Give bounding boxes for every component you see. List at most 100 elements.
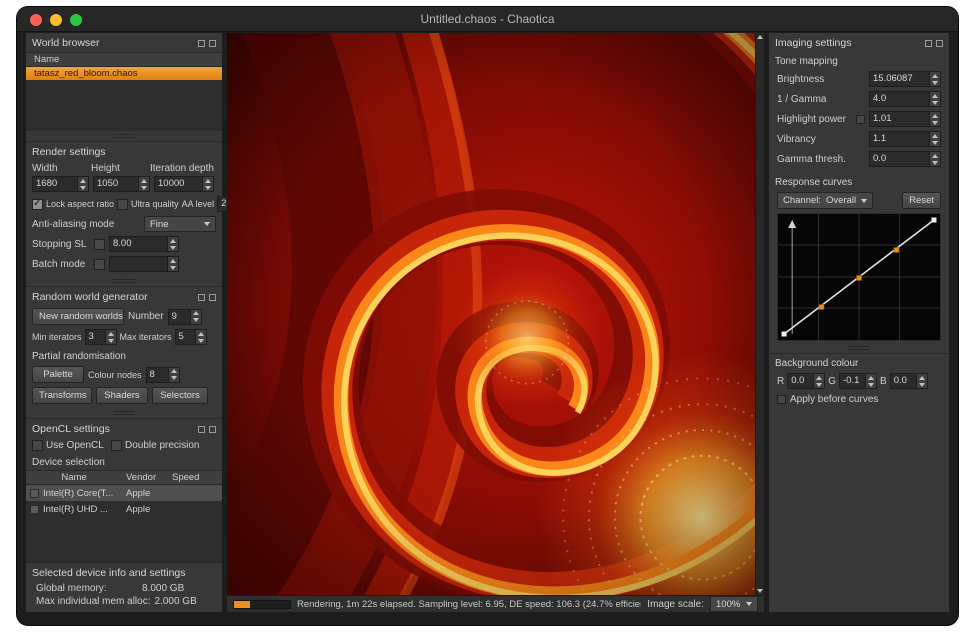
vibrancy-field[interactable]: 1.1 (869, 131, 941, 147)
spin-up-icon[interactable] (814, 374, 824, 381)
device-col-vendor[interactable]: Vendor (122, 471, 168, 484)
scroll-up-icon[interactable] (757, 35, 763, 39)
spin-down-icon[interactable] (169, 375, 179, 382)
spin-down-icon[interactable] (930, 99, 940, 106)
curve-editor[interactable] (777, 213, 941, 341)
minimize-button[interactable] (50, 14, 62, 26)
spin-down-icon[interactable] (139, 184, 149, 191)
spin-up-icon[interactable] (930, 132, 940, 139)
undock-icon[interactable] (198, 294, 205, 301)
splitter-handle[interactable] (26, 408, 222, 418)
device-checkbox[interactable] (30, 505, 39, 514)
spin-down-icon[interactable] (930, 139, 940, 146)
device-col-name[interactable]: Name (26, 471, 122, 484)
shaders-button[interactable]: Shaders (96, 387, 148, 404)
column-header-name[interactable]: Name (26, 52, 222, 67)
table-row[interactable]: Intel(R) Core(T... Apple (26, 485, 222, 501)
iteration-depth-field[interactable]: 10000 (154, 176, 214, 192)
close-panel-icon[interactable] (209, 426, 216, 433)
channel-dropdown[interactable]: Channel: Overall (777, 192, 873, 209)
spin-up-icon[interactable] (917, 374, 927, 381)
spin-down-icon[interactable] (168, 244, 178, 251)
title-bar[interactable]: Untitled.chaos - Chaotica (17, 7, 958, 32)
r-field[interactable]: 0.0 (787, 373, 825, 389)
close-panel-icon[interactable] (936, 40, 943, 47)
g-field[interactable]: -0.1 (839, 373, 877, 389)
spin-down-icon[interactable] (866, 381, 876, 388)
spin-down-icon[interactable] (930, 159, 940, 166)
splitter-handle[interactable] (26, 276, 222, 286)
gamma-field[interactable]: 4.0 (869, 91, 941, 107)
spin-down-icon[interactable] (191, 317, 201, 324)
world-list[interactable]: tatasz_red_bloom.chaos (26, 67, 222, 131)
palette-button[interactable]: Palette (32, 366, 84, 383)
splitter-handle[interactable] (769, 343, 949, 353)
batch-mode-field[interactable] (109, 256, 179, 272)
table-row[interactable]: Intel(R) UHD ... Apple (26, 501, 222, 517)
spin-up-icon[interactable] (169, 368, 179, 375)
spin-down-icon[interactable] (930, 79, 940, 86)
stopping-sl-checkbox[interactable] (94, 239, 105, 250)
spin-down-icon[interactable] (196, 337, 206, 344)
spin-up-icon[interactable] (930, 152, 940, 159)
b-field[interactable]: 0.0 (890, 373, 928, 389)
close-panel-icon[interactable] (209, 40, 216, 47)
device-table[interactable]: Name Vendor Speed Intel(R) Core(T... App… (26, 470, 222, 562)
reset-curve-button[interactable]: Reset (902, 192, 941, 209)
highlight-power-checkbox[interactable] (856, 115, 865, 124)
undock-icon[interactable] (198, 40, 205, 47)
spin-up-icon[interactable] (196, 330, 206, 337)
width-field[interactable]: 1680 (32, 176, 89, 192)
spin-down-icon[interactable] (203, 184, 213, 191)
apply-before-curves-checkbox[interactable] (777, 395, 786, 404)
render-viewport[interactable] (227, 33, 755, 595)
spin-up-icon[interactable] (78, 177, 88, 184)
spin-down-icon[interactable] (930, 119, 940, 126)
transforms-button[interactable]: Transforms (32, 387, 92, 404)
batch-mode-checkbox[interactable] (94, 259, 105, 270)
spin-up-icon[interactable] (168, 257, 178, 264)
selectors-button[interactable]: Selectors (152, 387, 208, 404)
spin-down-icon[interactable] (78, 184, 88, 191)
device-col-speed[interactable]: Speed (168, 471, 222, 484)
spin-down-icon[interactable] (106, 337, 116, 344)
scroll-down-icon[interactable] (757, 589, 763, 593)
aa-mode-dropdown[interactable]: Fine (144, 216, 216, 232)
stopping-sl-field[interactable]: 8.00 (109, 236, 179, 252)
close-button[interactable] (30, 14, 42, 26)
spin-up-icon[interactable] (203, 177, 213, 184)
undock-icon[interactable] (198, 426, 205, 433)
new-random-worlds-button[interactable]: New random worlds (32, 308, 124, 325)
height-field[interactable]: 1050 (93, 176, 150, 192)
highlight-power-field[interactable]: 1.01 (869, 111, 941, 127)
vertical-scrollbar[interactable] (755, 33, 764, 595)
colour-nodes-field[interactable]: 8 (146, 367, 180, 383)
min-iterators-field[interactable]: 3 (85, 329, 117, 345)
double-precision-checkbox[interactable] (111, 440, 122, 451)
undock-icon[interactable] (925, 40, 932, 47)
spin-up-icon[interactable] (866, 374, 876, 381)
spin-down-icon[interactable] (917, 381, 927, 388)
number-field[interactable]: 9 (168, 309, 202, 325)
gamma-thresh-field[interactable]: 0.0 (869, 151, 941, 167)
image-scale-dropdown[interactable]: 100% (710, 596, 758, 612)
spin-up-icon[interactable] (930, 92, 940, 99)
spin-up-icon[interactable] (930, 72, 940, 79)
use-opencl-checkbox[interactable] (32, 440, 43, 451)
max-iterators-field[interactable]: 5 (175, 329, 207, 345)
spin-down-icon[interactable] (814, 381, 824, 388)
spin-up-icon[interactable] (139, 177, 149, 184)
spin-up-icon[interactable] (191, 310, 201, 317)
spin-up-icon[interactable] (106, 330, 116, 337)
brightness-field[interactable]: 15.06087 (869, 71, 941, 87)
lock-aspect-checkbox[interactable] (32, 199, 43, 210)
splitter-handle[interactable] (26, 131, 222, 141)
device-checkbox[interactable] (30, 489, 39, 498)
spin-down-icon[interactable] (168, 264, 178, 271)
spin-up-icon[interactable] (168, 237, 178, 244)
ultra-quality-checkbox[interactable] (117, 199, 128, 210)
zoom-button[interactable] (70, 14, 82, 26)
spin-up-icon[interactable] (930, 112, 940, 119)
world-list-item-selected[interactable]: tatasz_red_bloom.chaos (26, 67, 222, 80)
close-panel-icon[interactable] (209, 294, 216, 301)
